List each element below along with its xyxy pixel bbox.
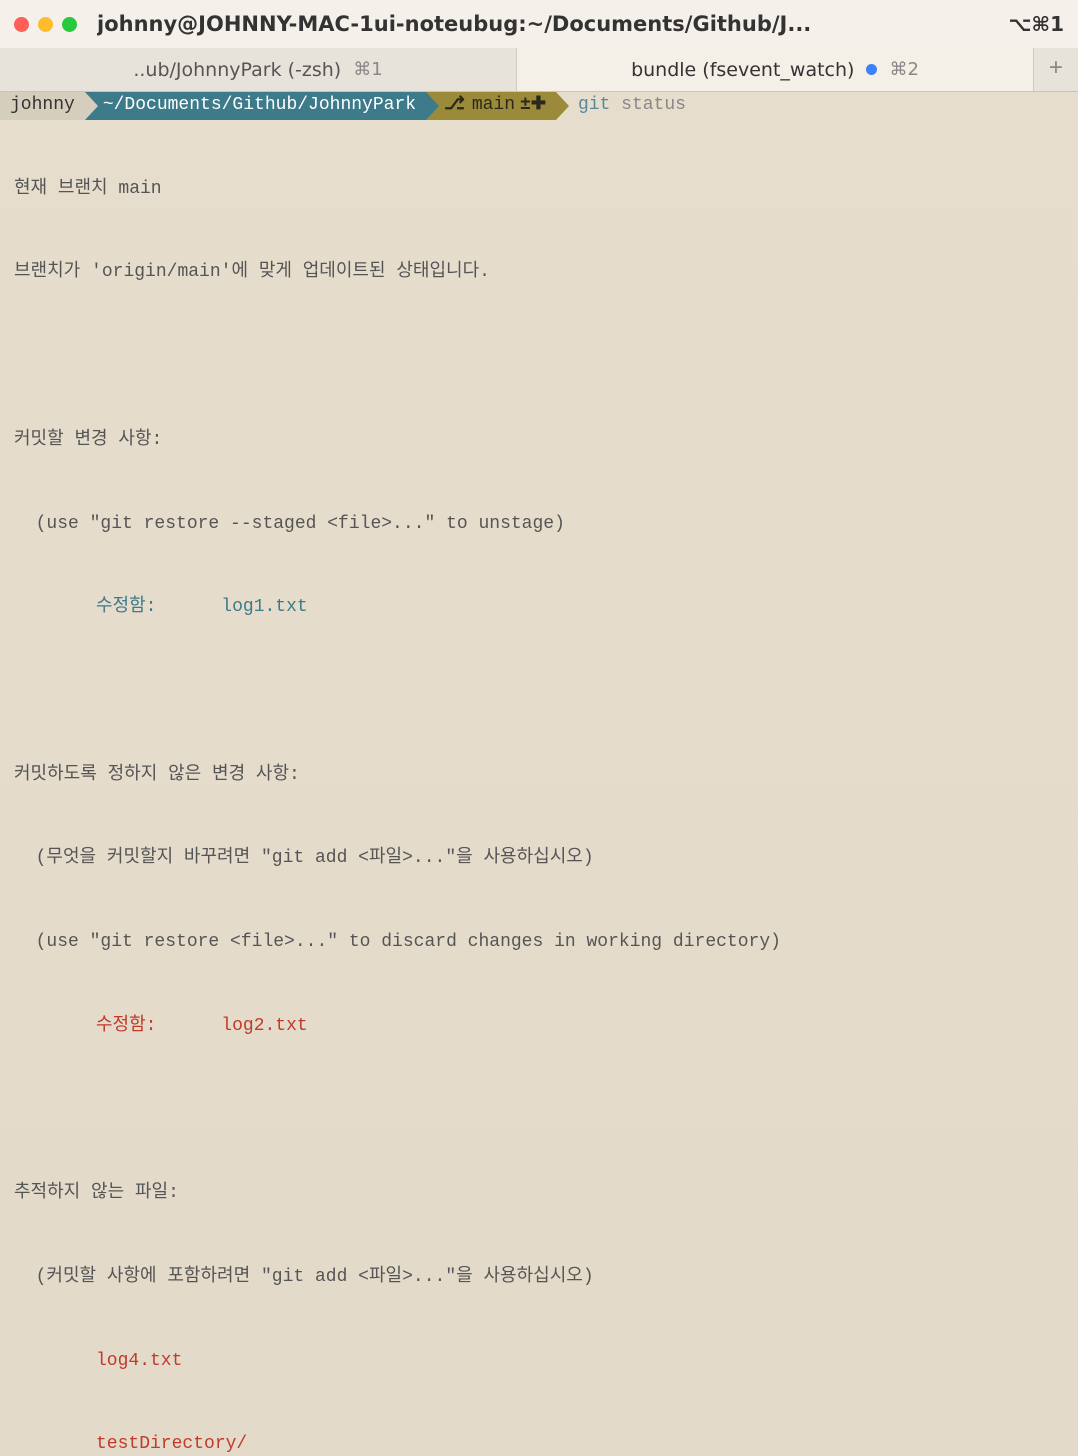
untracked-file-line: log4.txt — [8, 1348, 1070, 1376]
output-line: (use "git restore <file>..." to discard … — [8, 929, 1070, 957]
traffic-lights — [14, 17, 77, 32]
output-line: 추적하지 않는 파일: — [8, 1180, 1070, 1208]
unstaged-file-line: 수정함: log2.txt — [8, 1013, 1070, 1041]
prompt-user-segment: johnny — [0, 92, 85, 120]
tab-label: bundle (fsevent_watch) — [631, 59, 854, 81]
tab-1[interactable]: ..ub/JohnnyPark (-zsh) ⌘1 — [0, 48, 517, 91]
dirty-indicator-icon: ±✚ — [520, 92, 546, 120]
prompt-line: johnny ~/Documents/Github/JohnnyPark ⎇ m… — [0, 92, 1078, 120]
output-line: (use "git restore --staged <file>..." to… — [8, 511, 1070, 539]
maximize-window-button[interactable] — [62, 17, 77, 32]
staged-file-line: 수정함: log1.txt — [8, 594, 1070, 622]
git-branch-icon: ⎇ — [444, 92, 465, 120]
output-line: (커밋할 사항에 포함하려면 "git add <파일>..."을 사용하십시오… — [8, 1264, 1070, 1292]
tab-shortcut: ⌘2 — [889, 59, 918, 80]
add-tab-button[interactable]: + — [1034, 48, 1078, 91]
tab-label: ..ub/JohnnyPark (-zsh) — [133, 59, 341, 81]
window-titlebar: johnny@JOHNNY-MAC-1ui-noteubug:~/Documen… — [0, 0, 1078, 48]
command-text: git status — [556, 92, 686, 120]
window-title: johnny@JOHNNY-MAC-1ui-noteubug:~/Documen… — [97, 12, 998, 36]
output-line: 커밋하도록 정하지 않은 변경 사항: — [8, 762, 1070, 790]
untracked-file-line: testDirectory/ — [8, 1431, 1070, 1456]
close-window-button[interactable] — [14, 17, 29, 32]
tab-shortcut: ⌘1 — [353, 59, 382, 80]
prompt-path-segment: ~/Documents/Github/JohnnyPark — [85, 92, 426, 120]
window-shortcut: ⌥⌘1 — [1008, 12, 1064, 36]
prompt-branch-segment: ⎇ main ±✚ — [426, 92, 556, 120]
output-line: 브랜치가 'origin/main'에 맞게 업데이트된 상태입니다. — [8, 259, 1070, 287]
output-line: (무엇을 커밋할지 바꾸려면 "git add <파일>..."을 사용하십시오… — [8, 845, 1070, 873]
activity-dot-icon — [866, 64, 877, 75]
output-line: 커밋할 변경 사항: — [8, 427, 1070, 455]
tab-2[interactable]: bundle (fsevent_watch) ⌘2 — [517, 48, 1034, 91]
tab-bar: ..ub/JohnnyPark (-zsh) ⌘1 bundle (fseven… — [0, 48, 1078, 92]
minimize-window-button[interactable] — [38, 17, 53, 32]
command-output: 현재 브랜치 main 브랜치가 'origin/main'에 맞게 업데이트된… — [0, 120, 1078, 1456]
output-line: 현재 브랜치 main — [8, 176, 1070, 204]
terminal-area[interactable]: johnny ~/Documents/Github/JohnnyPark ⎇ m… — [0, 92, 1078, 1456]
branch-name: main — [472, 92, 515, 120]
